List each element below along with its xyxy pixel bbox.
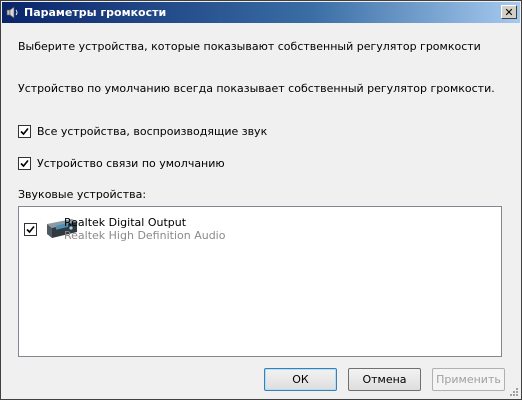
title-bar[interactable]: Параметры громкости ✕ xyxy=(2,2,520,23)
intro-text: Выберите устройства, которые показывают … xyxy=(18,40,481,53)
devices-list[interactable]: Realtek Digital Output Realtek High Defi… xyxy=(18,206,502,357)
all-devices-checkbox[interactable] xyxy=(18,125,31,138)
checkmark-icon xyxy=(20,159,29,168)
cancel-button[interactable]: Отмена xyxy=(348,368,421,391)
apply-button[interactable]: Применить xyxy=(432,368,505,391)
close-icon: ✕ xyxy=(504,6,514,19)
speaker-icon xyxy=(6,6,18,19)
all-devices-label[interactable]: Все устройства, воспроизводящие звук xyxy=(37,125,267,138)
close-button[interactable]: ✕ xyxy=(501,5,517,19)
device-name: Realtek Digital Output xyxy=(64,216,187,229)
resize-grip-icon[interactable] xyxy=(509,387,519,397)
default-device-text: Устройство по умолчанию всегда показывае… xyxy=(18,82,495,95)
devices-label: Звуковые устройства: xyxy=(18,188,147,201)
comm-device-label[interactable]: Устройство связи по умолчанию xyxy=(37,157,225,170)
comm-device-checkbox[interactable] xyxy=(18,157,31,170)
ok-button[interactable]: ОК xyxy=(264,368,337,391)
window-title: Параметры громкости xyxy=(24,6,167,19)
checkmark-icon xyxy=(26,225,35,234)
device-description: Realtek High Definition Audio xyxy=(64,229,226,242)
volume-settings-window: Параметры громкости ✕ Выберите устройств… xyxy=(0,0,522,400)
list-item[interactable]: Realtek Digital Output Realtek High Defi… xyxy=(19,207,501,243)
device-checkbox[interactable] xyxy=(24,223,37,236)
checkmark-icon xyxy=(20,127,29,136)
